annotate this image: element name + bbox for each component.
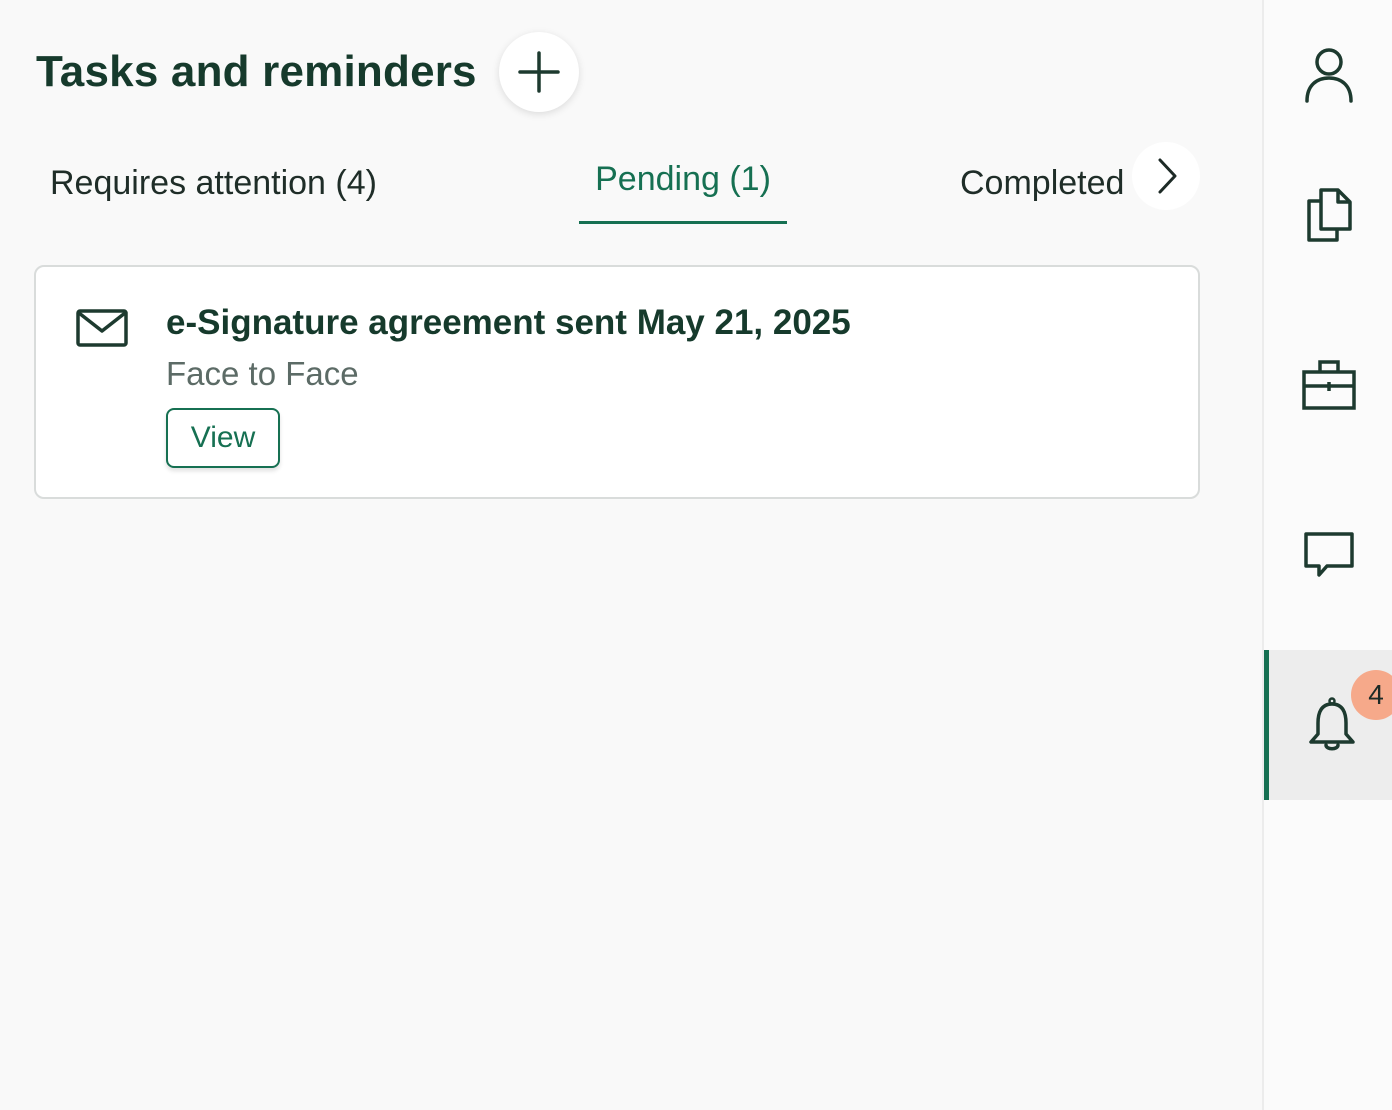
view-button[interactable]: View xyxy=(166,408,280,468)
side-rail: 4 xyxy=(1262,0,1392,1110)
add-task-button[interactable] xyxy=(498,32,579,112)
rail-item-profile[interactable] xyxy=(1264,0,1392,150)
tab-pending[interactable]: Pending (1) xyxy=(579,138,787,224)
task-card: e-Signature agreement sent May 21, 2025 … xyxy=(34,265,1200,499)
rail-item-notifications[interactable]: 4 xyxy=(1264,650,1392,800)
documents-icon xyxy=(1307,188,1352,242)
page-header: Tasks and reminders xyxy=(36,32,579,112)
tabs-next-button[interactable] xyxy=(1132,142,1200,210)
rail-item-messages[interactable] xyxy=(1264,480,1392,630)
task-tabs: Requires attention (4) Pending (1) Compl… xyxy=(36,140,1200,226)
bell-icon xyxy=(1308,697,1355,751)
notification-count-badge: 4 xyxy=(1351,670,1392,720)
plus-icon xyxy=(517,51,560,93)
envelope-icon xyxy=(76,309,128,347)
rail-item-documents[interactable] xyxy=(1264,140,1392,290)
rail-item-briefcase[interactable] xyxy=(1264,310,1392,460)
tab-requires-attention[interactable]: Requires attention (4) xyxy=(36,140,420,226)
task-subtitle: Face to Face xyxy=(166,355,359,392)
person-icon xyxy=(1305,48,1353,103)
chevron-right-icon xyxy=(1158,158,1177,194)
main-panel: Tasks and reminders Requires attention (… xyxy=(0,0,1262,1110)
task-title: e-Signature agreement sent May 21, 2025 xyxy=(166,303,851,342)
briefcase-icon xyxy=(1302,360,1356,410)
tab-completed[interactable]: Completed xyxy=(960,140,1136,226)
page-title: Tasks and reminders xyxy=(36,47,477,96)
chat-icon xyxy=(1304,532,1354,577)
